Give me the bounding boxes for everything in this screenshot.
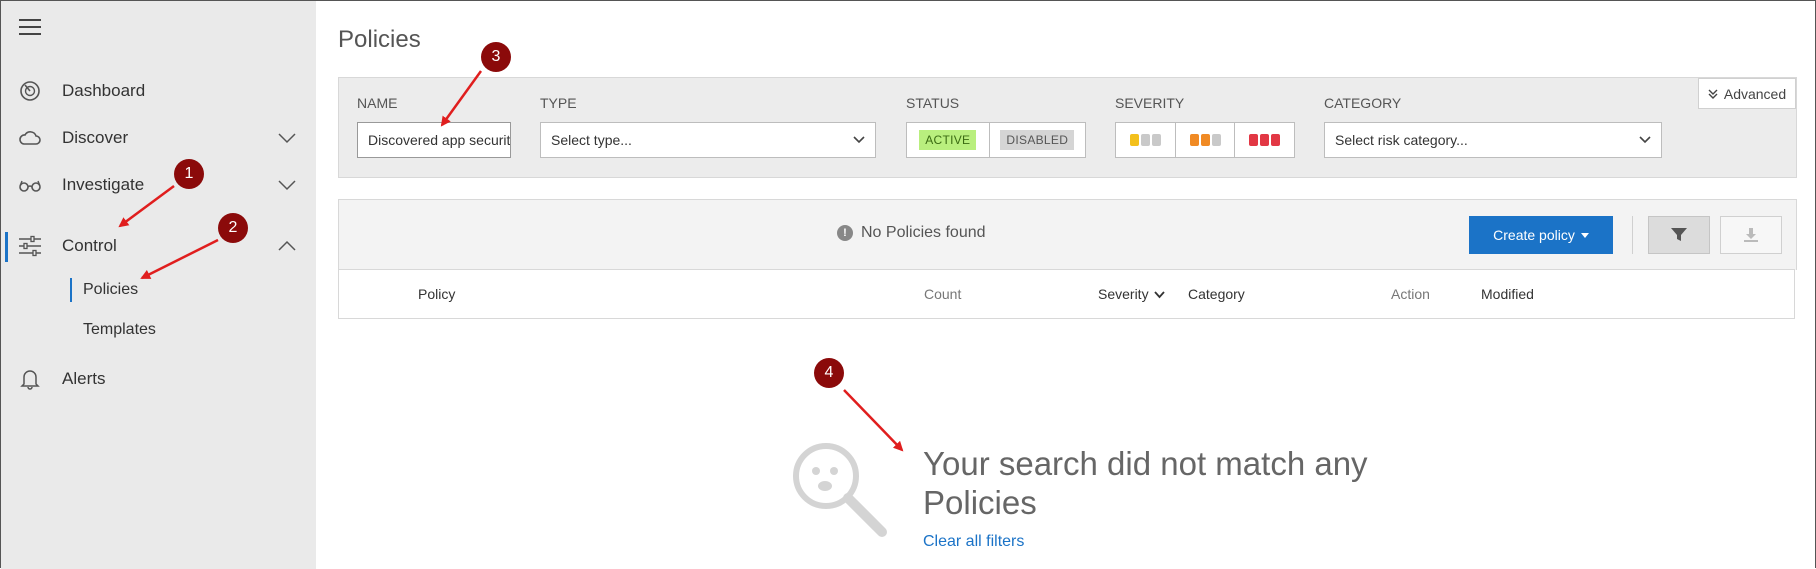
category-filter-label: CATEGORY: [1324, 95, 1402, 111]
export-button[interactable]: [1720, 216, 1782, 254]
no-results-text: No Policies found: [861, 224, 986, 241]
empty-message-line1: Your search did not match any: [923, 445, 1368, 482]
annotation-callout-1: 1: [174, 159, 204, 189]
severity-medium-icon: [1189, 134, 1221, 146]
empty-message-line2: Policies: [923, 484, 1037, 521]
column-header-modified[interactable]: Modified: [1481, 286, 1534, 302]
chevron-down-icon[interactable]: [278, 132, 296, 144]
sidebar-subitem-templates[interactable]: Templates: [70, 317, 283, 343]
sidebar-item-label: Control: [62, 236, 117, 255]
advanced-label: Advanced: [1723, 85, 1787, 102]
severity-high-icon: [1249, 134, 1281, 146]
column-header-severity[interactable]: Severity: [1098, 286, 1166, 302]
sort-chevron-down-icon: [1154, 291, 1166, 299]
filter-icon: [1671, 228, 1687, 241]
empty-state-message: Your search did not match any Policies: [923, 444, 1423, 522]
double-chevron-down-icon: [1708, 89, 1718, 99]
gauge-icon: [20, 81, 40, 101]
severity-low-icon: [1129, 134, 1161, 146]
filter-toggle-button[interactable]: [1648, 216, 1710, 254]
annotation-callout-3: 3: [481, 42, 511, 72]
column-header-category[interactable]: Category: [1188, 286, 1245, 302]
active-badge: ACTIVE: [919, 130, 977, 150]
status-toggle-group: ACTIVE DISABLED: [906, 122, 1086, 158]
page-title: Policies: [338, 26, 421, 53]
sidebar-item-label: Alerts: [62, 369, 106, 388]
hamburger-menu-icon[interactable]: [19, 19, 41, 35]
disabled-badge: DISABLED: [1000, 130, 1075, 150]
column-header-action[interactable]: Action: [1391, 286, 1430, 302]
status-disabled-toggle[interactable]: DISABLED: [990, 123, 1085, 157]
glasses-icon: [19, 180, 41, 192]
caret-down-icon: [1580, 232, 1589, 238]
results-toolbar: ! No Policies found Create policy: [338, 199, 1797, 270]
sidebar-item-discover[interactable]: Discover: [1, 118, 316, 158]
severity-filter-label: SEVERITY: [1115, 95, 1185, 111]
info-icon: !: [837, 225, 853, 241]
severity-high-toggle[interactable]: [1235, 123, 1294, 157]
advanced-button[interactable]: Advanced: [1698, 78, 1796, 109]
column-header-count[interactable]: Count: [924, 286, 961, 302]
policies-table-header: Policy Count Severity Category Action Mo…: [338, 269, 1795, 319]
sad-magnifier-icon: [793, 443, 887, 537]
severity-header-label: Severity: [1098, 286, 1149, 302]
status-active-toggle[interactable]: ACTIVE: [907, 123, 990, 157]
chevron-up-icon[interactable]: [278, 240, 296, 252]
annotation-callout-4: 4: [814, 358, 844, 388]
bell-icon: [20, 370, 40, 390]
filter-bar: NAME Discovered app security TYPE Select…: [338, 77, 1797, 178]
severity-medium-toggle[interactable]: [1176, 123, 1236, 157]
sidebar-item-label: Dashboard: [62, 81, 146, 100]
download-icon: [1744, 228, 1758, 242]
name-filter-input[interactable]: Discovered app security: [357, 122, 511, 158]
category-select[interactable]: Select risk category...: [1324, 122, 1662, 158]
sidebar-item-alerts[interactable]: Alerts: [1, 359, 316, 399]
type-filter-label: TYPE: [540, 95, 577, 111]
sliders-icon: [19, 235, 41, 257]
severity-low-toggle[interactable]: [1116, 123, 1176, 157]
sidebar-subitem-policies[interactable]: Policies: [70, 277, 283, 303]
severity-toggle-group: [1115, 122, 1295, 158]
type-select[interactable]: Select type...: [540, 122, 876, 158]
status-filter-label: STATUS: [906, 95, 960, 111]
chevron-down-icon: [1639, 136, 1651, 144]
annotation-callout-2: 2: [218, 213, 248, 243]
sidebar-item-investigate[interactable]: Investigate: [1, 165, 316, 205]
clear-all-filters-link[interactable]: Clear all filters: [923, 533, 1024, 551]
sidebar-item-label: Discover: [62, 128, 129, 147]
chevron-down-icon[interactable]: [278, 179, 296, 191]
category-select-value: Select risk category...: [1335, 132, 1468, 148]
name-filter-label: NAME: [357, 95, 398, 111]
sidebar-item-label: Investigate: [62, 175, 145, 194]
no-results-message: ! No Policies found: [837, 224, 986, 242]
column-header-policy[interactable]: Policy: [418, 286, 455, 302]
type-select-value: Select type...: [551, 132, 632, 148]
create-policy-button[interactable]: Create policy: [1469, 216, 1613, 254]
sidebar: Dashboard Discover Investigate Control P…: [1, 1, 316, 569]
toolbar-divider: [1632, 216, 1633, 254]
create-policy-label: Create policy: [1493, 227, 1575, 243]
chevron-down-icon: [853, 136, 865, 144]
cloud-icon: [19, 131, 41, 145]
sidebar-item-dashboard[interactable]: Dashboard: [1, 71, 316, 111]
sidebar-item-control[interactable]: Control: [1, 226, 316, 266]
